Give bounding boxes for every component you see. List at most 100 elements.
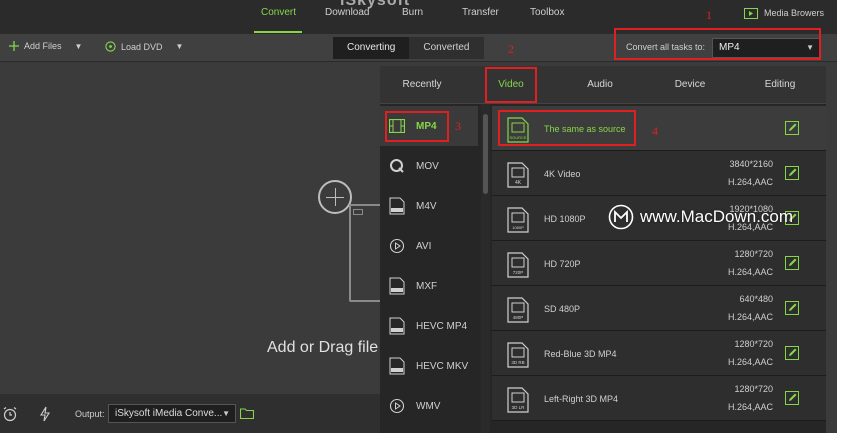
format-label: M4V [416, 200, 437, 212]
active-tab-indicator [254, 31, 302, 33]
play-circle-icon [388, 396, 406, 416]
output-label: Output: [75, 409, 105, 419]
media-browser-icon [744, 8, 758, 19]
preset-resolution: 640*480 [739, 294, 773, 304]
chevron-down-icon: ▼ [222, 409, 230, 418]
quicktime-icon [388, 156, 406, 176]
file-hevc-icon [388, 356, 406, 376]
converter-window: iSkysoft Convert Download Burn Transfer … [0, 0, 837, 433]
chevron-down-icon[interactable]: ▼ [176, 42, 184, 51]
preset-row-left-right-3d[interactable]: 3D LR Left-Right 3D MP4 1280*720 H.264,A… [492, 376, 826, 421]
edit-icon[interactable] [785, 391, 799, 405]
edit-icon[interactable] [785, 166, 799, 180]
add-files-label: Add Files [24, 41, 62, 51]
tab-editing[interactable]: Editing [736, 66, 824, 104]
scrollbar-thumb[interactable] [483, 114, 488, 194]
nav-tab-download[interactable]: Download [325, 7, 369, 18]
preset-badge: 3D RB [511, 360, 524, 365]
add-files-button[interactable]: Add Files ▼ [9, 41, 82, 51]
file-mxf-icon [388, 276, 406, 296]
preset-codec: H.264,AAC [727, 312, 773, 322]
nav-tab-transfer[interactable]: Transfer [462, 7, 499, 18]
preset-row-720p[interactable]: 720P HD 720P 1280*720 H.264,AAC [492, 241, 826, 286]
tab-converted[interactable]: Converted [409, 37, 484, 59]
preset-resolution: 3840*2160 [729, 159, 773, 169]
lightning-icon[interactable] [37, 406, 53, 422]
load-dvd-button[interactable]: Load DVD ▼ [105, 41, 183, 52]
preset-resolution: 1280*720 [734, 339, 773, 349]
app-logo: iSkysoft [340, 0, 411, 9]
chevron-down-icon[interactable]: ▼ [75, 42, 83, 51]
nav-tab-toolbox[interactable]: Toolbox [530, 7, 564, 18]
file-m4v-icon [388, 196, 406, 216]
tab-audio[interactable]: Audio [556, 66, 644, 104]
format-item-wmv[interactable]: WMV [380, 386, 478, 426]
preset-name: HD 1080P [544, 214, 586, 224]
preset-resolution: 1280*720 [734, 249, 773, 259]
format-item-m4v[interactable]: M4V [380, 186, 478, 226]
tab-recently[interactable]: Recently [380, 66, 464, 104]
preset-name: 4K Video [544, 169, 581, 179]
output-folder-value: iSkysoft iMedia Conve... [115, 408, 223, 419]
edit-icon[interactable] [785, 301, 799, 315]
preset-codec: H.264,AAC [727, 402, 773, 412]
film-perforation-icon [353, 209, 363, 215]
format-label: MXF [416, 280, 438, 292]
preset-badge: 3D LR [512, 405, 526, 410]
format-item-hevc-mp4[interactable]: HEVC MP4 [380, 306, 478, 346]
video-720p-icon: 720P [507, 252, 529, 278]
edit-icon[interactable] [785, 346, 799, 360]
preset-name: Red-Blue 3D MP4 [544, 349, 617, 359]
nav-tab-burn[interactable]: Burn [402, 7, 423, 18]
alarm-clock-icon[interactable] [2, 406, 18, 422]
format-category-tabs: Recently Video Audio Device Editing [380, 66, 826, 104]
edit-icon[interactable] [785, 121, 799, 135]
annotation-number: 1 [706, 8, 712, 22]
edit-icon[interactable] [785, 256, 799, 270]
preset-codec: H.264,AAC [727, 357, 773, 367]
file-hevc-icon [388, 316, 406, 336]
preset-codec: H.264,AAC [727, 267, 773, 277]
preset-row-480p[interactable]: 480P SD 480P 640*480 H.264,AAC [492, 286, 826, 331]
dvd-disc-icon [105, 41, 116, 52]
plus-icon [9, 41, 19, 51]
format-item-hevc-mkv[interactable]: HEVC MKV [380, 346, 478, 386]
format-label: HEVC MP4 [416, 320, 468, 332]
drop-hint: Add or Drag file [267, 339, 379, 356]
preset-codec: H.264,AAC [727, 177, 773, 187]
preset-list: SOURCE The same as source 4K 4K Video 38… [492, 104, 826, 433]
video-480p-icon: 480P [507, 297, 529, 323]
format-label: MOV [416, 160, 439, 172]
format-label: AVI [416, 240, 432, 252]
play-circle-icon [388, 236, 406, 256]
output-folder-select[interactable]: iSkysoft iMedia Conve... ▼ [108, 404, 236, 423]
video-3d-rb-icon: 3D RB [507, 342, 529, 368]
nav-tab-convert[interactable]: Convert [261, 7, 296, 18]
preset-row-4k[interactable]: 4K 4K Video 3840*2160 H.264,AAC [492, 151, 826, 196]
video-4k-icon: 4K [507, 162, 529, 188]
preset-name: Left-Right 3D MP4 [544, 394, 619, 404]
media-browser-button[interactable]: Media Browers [744, 7, 824, 19]
video-3d-lr-icon: 3D LR [507, 387, 529, 413]
preset-name: SD 480P [544, 304, 581, 314]
load-dvd-label: Load DVD [121, 41, 163, 52]
add-file-icon[interactable] [318, 180, 352, 214]
preset-badge: 4K [515, 180, 522, 186]
tab-converting[interactable]: Converting [333, 37, 410, 59]
media-browser-label: Media Browers [764, 8, 825, 18]
format-item-mxf[interactable]: MXF [380, 266, 478, 306]
format-list-scrollbar[interactable] [481, 104, 490, 433]
format-item-avi[interactable]: AVI [380, 226, 478, 266]
preset-badge: 480P [513, 315, 524, 320]
folder-icon[interactable] [240, 407, 254, 419]
format-label: HEVC MKV [416, 360, 469, 372]
watermark: www.MacDown.com [608, 204, 793, 230]
preset-resolution: 1280*720 [734, 384, 773, 394]
tab-device[interactable]: Device [646, 66, 734, 104]
annotation-box-video-tab [485, 67, 537, 103]
film-placeholder-icon [349, 204, 383, 302]
file-drop-zone[interactable]: Add or Drag file [0, 62, 383, 394]
format-item-mov[interactable]: MOV [380, 146, 478, 186]
preset-badge: 1080P [512, 225, 524, 230]
preset-row-red-blue-3d[interactable]: 3D RB Red-Blue 3D MP4 1280*720 H.264,AAC [492, 331, 826, 376]
